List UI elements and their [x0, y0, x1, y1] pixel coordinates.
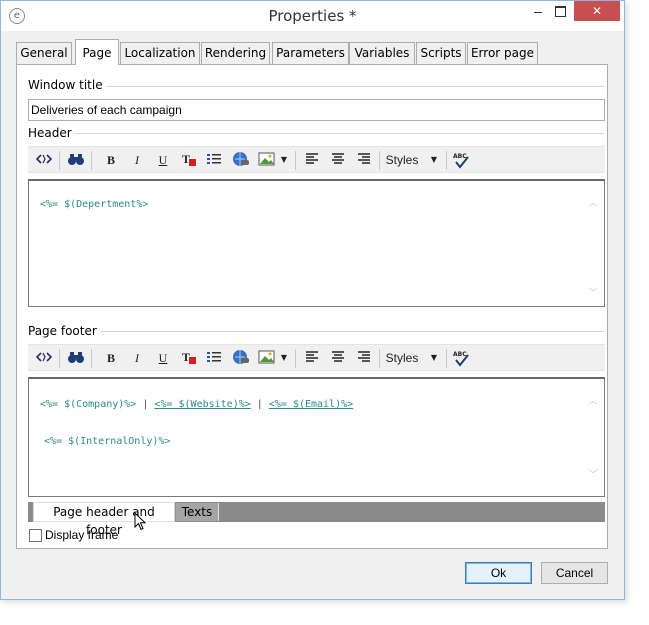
italic-button[interactable]: I: [130, 349, 144, 367]
align-center-icon[interactable]: [330, 151, 346, 169]
bullet-list-icon[interactable]: [206, 349, 222, 367]
toolbar-separator: [446, 349, 447, 368]
minimize-button[interactable]: [527, 1, 549, 21]
tab-scripts[interactable]: Scripts: [416, 42, 466, 64]
subtab-page-header-footer[interactable]: Page header and footer: [33, 502, 175, 537]
toolbar-separator: [295, 151, 296, 170]
insert-link-icon[interactable]: [232, 151, 250, 169]
footer-line-1: <%= $(Company)%> | <%= $(Website)%> | <%…: [40, 399, 353, 410]
chevron-down-icon[interactable]: ﹀: [588, 471, 598, 481]
svg-text:ABC: ABC: [453, 351, 467, 358]
website-link[interactable]: <%= $(Website)%>: [154, 399, 250, 410]
display-frame-label: Display frame: [45, 528, 119, 542]
display-frame-checkbox[interactable]: [29, 529, 42, 542]
align-center-icon[interactable]: [330, 349, 346, 367]
find-binoculars-icon[interactable]: [67, 349, 85, 367]
chevron-down-icon[interactable]: ﹀: [588, 289, 598, 299]
footer-subtab-bar: Page header and footer Texts: [28, 502, 605, 537]
italic-button[interactable]: I: [130, 151, 144, 169]
properties-window: e Properties * ✕ General Page Localizati…: [0, 0, 625, 600]
insert-link-icon[interactable]: [232, 349, 250, 367]
tab-general[interactable]: General: [16, 42, 72, 64]
tab-rendering[interactable]: Rendering: [201, 42, 270, 64]
bold-button[interactable]: B: [104, 349, 118, 367]
toolbar-separator: [91, 349, 92, 368]
align-right-icon[interactable]: [356, 349, 372, 367]
mouse-cursor-icon: [134, 511, 148, 532]
chevron-up-icon[interactable]: ︿: [588, 199, 598, 209]
tab-variables[interactable]: Variables: [349, 42, 415, 64]
header-editor[interactable]: <%= $(Depertment%> ︿ ﹀: [28, 179, 605, 307]
header-toolbar: B I U T ▼ Styles ▼ ABC: [28, 146, 605, 173]
toolbar-separator: [295, 349, 296, 368]
insert-image-icon[interactable]: [258, 349, 276, 367]
window-title-label: Window title: [28, 78, 106, 92]
toolbar-separator: [91, 151, 92, 170]
footer-line-2: <%= $(InternalOnly)%>: [44, 436, 171, 447]
chevron-up-icon[interactable]: ︿: [588, 397, 598, 407]
svg-text:T: T: [182, 350, 190, 364]
find-binoculars-icon[interactable]: [67, 151, 85, 169]
spellcheck-icon[interactable]: ABC: [452, 349, 470, 367]
source-code-icon[interactable]: [35, 151, 53, 169]
divider: [69, 133, 604, 134]
chevron-down-icon[interactable]: ▼: [279, 349, 289, 367]
bold-button[interactable]: B: [104, 151, 118, 169]
header-label: Header: [28, 126, 75, 140]
styles-dropdown[interactable]: Styles: [385, 349, 419, 367]
align-left-icon[interactable]: [304, 349, 320, 367]
maximize-button[interactable]: [549, 1, 571, 21]
bullet-list-icon[interactable]: [206, 151, 222, 169]
tab-localization[interactable]: Localization: [120, 42, 200, 64]
source-code-icon[interactable]: [35, 349, 53, 367]
svg-text:T: T: [182, 152, 190, 166]
title-bar: e Properties * ✕: [1, 1, 624, 31]
toolbar-separator: [59, 349, 60, 368]
close-button[interactable]: ✕: [574, 1, 620, 21]
company-field: <%= $(Company)%>: [40, 399, 137, 410]
subtab-texts[interactable]: Texts: [176, 503, 219, 521]
insert-image-icon[interactable]: [258, 151, 276, 169]
cancel-button[interactable]: Cancel: [541, 562, 608, 584]
svg-text:ABC: ABC: [453, 153, 467, 160]
text-color-icon[interactable]: T: [181, 151, 197, 169]
separator: |: [256, 399, 263, 410]
footer-editor[interactable]: <%= $(Company)%> | <%= $(Website)%> | <%…: [28, 377, 605, 497]
page-footer-label: Page footer: [28, 324, 100, 338]
underline-button[interactable]: U: [156, 151, 170, 169]
tab-error-page[interactable]: Error page: [467, 42, 538, 64]
text-color-icon[interactable]: T: [181, 349, 197, 367]
ok-button[interactable]: Ok: [465, 562, 532, 584]
tab-page[interactable]: Page: [75, 39, 119, 65]
divider: [95, 86, 604, 87]
email-link[interactable]: <%= $(Email)%>: [269, 399, 353, 410]
align-left-icon[interactable]: [304, 151, 320, 169]
separator: |: [142, 399, 149, 410]
spellcheck-icon[interactable]: ABC: [452, 151, 470, 169]
toolbar-separator: [446, 151, 447, 170]
toolbar-separator: [379, 151, 380, 170]
chevron-down-icon[interactable]: ▼: [429, 151, 439, 169]
page-tab-panel: Window title Deliveries of each campaign…: [16, 64, 608, 549]
tab-parameters[interactable]: Parameters: [272, 42, 349, 64]
styles-dropdown[interactable]: Styles: [385, 151, 419, 169]
align-right-icon[interactable]: [356, 151, 372, 169]
header-content: <%= $(Depertment%>: [40, 199, 149, 210]
underline-button[interactable]: U: [156, 349, 170, 367]
footer-toolbar: B I U T ▼ Styles ▼ ABC: [28, 344, 605, 371]
chevron-down-icon[interactable]: ▼: [429, 349, 439, 367]
window-title-input[interactable]: Deliveries of each campaign: [28, 99, 605, 121]
divider: [93, 331, 604, 332]
toolbar-separator: [59, 151, 60, 170]
toolbar-separator: [379, 349, 380, 368]
close-icon: ✕: [591, 4, 603, 18]
chevron-down-icon[interactable]: ▼: [279, 151, 289, 169]
